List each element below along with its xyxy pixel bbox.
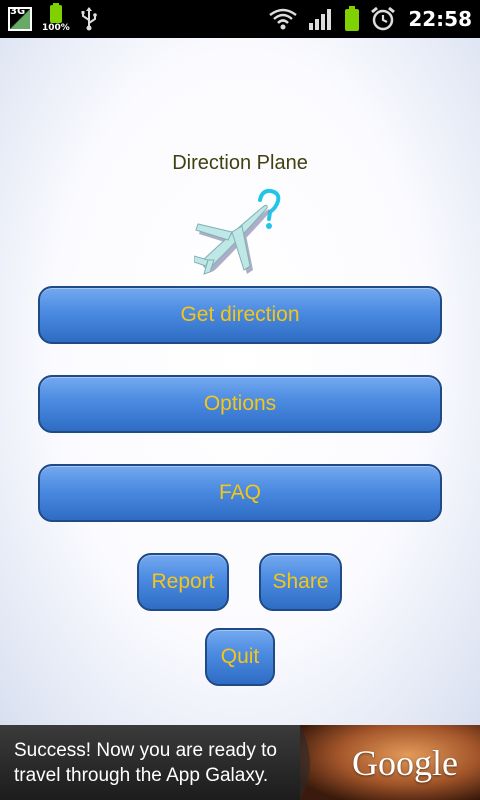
battery-icon [345,6,360,31]
ad-line-2: travel through the App Galaxy. [14,765,269,786]
network-3g-icon: 3G [8,6,32,31]
clock-time: 22:58 [408,7,472,31]
app-title: Direction Plane [172,152,308,174]
ad-line-1: Success! Now you are ready to [14,740,277,761]
alarm-clock-icon [371,6,396,31]
status-bar: 3G 100% 22:58 [0,0,480,38]
get-direction-button[interactable]: Get direction [38,286,442,344]
options-button[interactable]: Options [38,375,442,433]
faq-button[interactable]: FAQ [38,464,442,522]
ad-banner[interactable]: Success! Now you are ready to travel thr… [0,725,480,800]
battery-level-icon: 100% [42,3,70,35]
plane-question-icon [194,188,281,275]
wifi-icon [269,8,298,30]
status-bar-left: 3G 100% [8,0,98,38]
report-button[interactable]: Report [137,553,229,611]
quit-button[interactable]: Quit [205,628,275,686]
google-logo: Google [352,743,458,783]
battery-percent: 100% [42,23,70,33]
app-main-screen: Direction Plane Get direction Options FA… [0,38,480,725]
status-bar-right: 22:58 [268,0,472,38]
share-button[interactable]: Share [259,553,342,611]
signal-strength-icon [309,9,332,30]
ad-message: Success! Now you are ready to travel thr… [14,738,314,788]
usb-icon [81,7,97,31]
